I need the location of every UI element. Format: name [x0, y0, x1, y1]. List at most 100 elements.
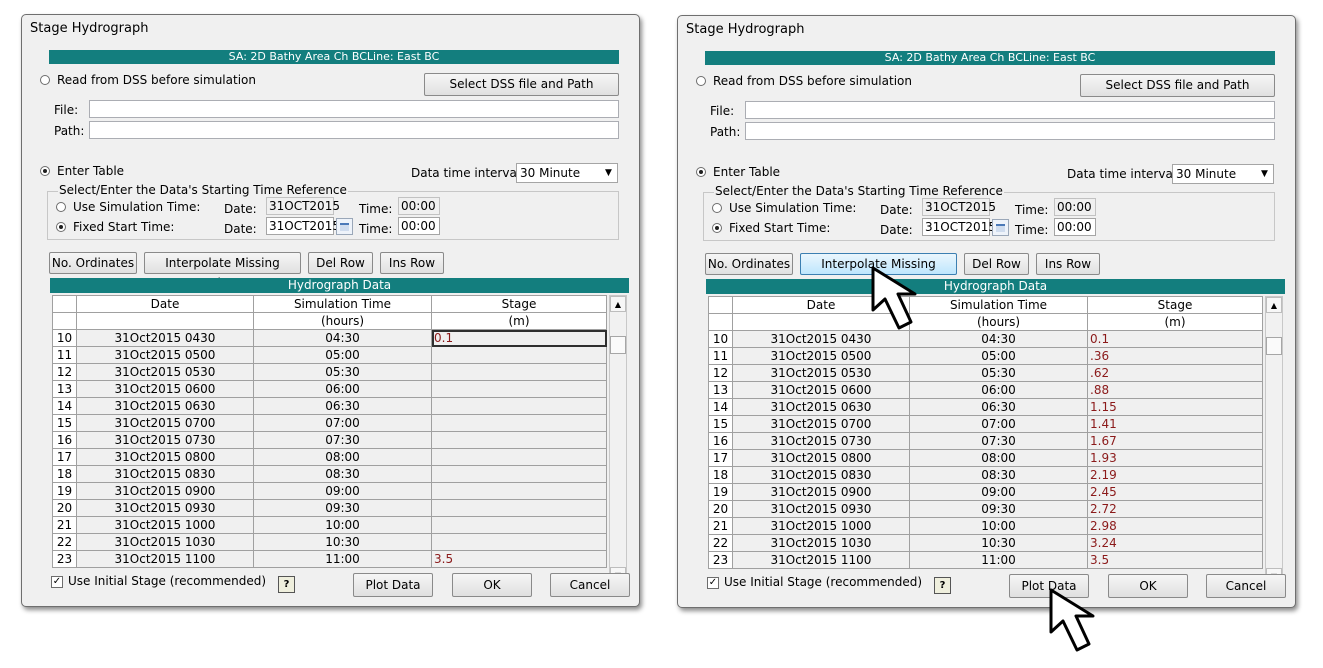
enter-table-radio[interactable]	[696, 167, 706, 177]
dropdown-arrow-icon[interactable]: ▼	[600, 164, 617, 182]
table-row[interactable]: 14 31Oct2015 0630 06:30 1.15	[708, 398, 1263, 416]
table-row[interactable]: 15 31Oct2015 0700 07:00	[52, 414, 607, 432]
no-ordinates-button[interactable]: No. Ordinates	[49, 252, 137, 274]
stage-cell[interactable]	[431, 363, 607, 381]
stage-cell[interactable]	[431, 431, 607, 449]
no-ordinates-button[interactable]: No. Ordinates	[705, 253, 793, 275]
stage-cell[interactable]: 2.72	[1087, 500, 1263, 518]
stage-cell[interactable]	[431, 499, 607, 517]
stage-cell[interactable]	[431, 482, 607, 500]
stage-cell[interactable]: 1.67	[1087, 432, 1263, 450]
table-row[interactable]: 15 31Oct2015 0700 07:00 1.41	[708, 415, 1263, 433]
table-row[interactable]: 12 31Oct2015 0530 05:30	[52, 363, 607, 381]
select-dss-button[interactable]: Select DSS file and Path	[424, 73, 619, 96]
use-sim-time-radio[interactable]	[712, 203, 722, 213]
fixed-time-field[interactable]: 00:00	[398, 217, 440, 235]
calendar-icon[interactable]	[336, 218, 353, 235]
fixed-time-field[interactable]: 00:00	[1054, 218, 1096, 236]
interval-select[interactable]: 30 Minute ▼	[516, 163, 618, 183]
interval-select[interactable]: 30 Minute ▼	[1172, 164, 1274, 184]
table-row[interactable]: 22 31Oct2015 1030 10:30	[52, 533, 607, 551]
table-row[interactable]: 18 31Oct2015 0830 08:30 2.19	[708, 466, 1263, 484]
help-icon[interactable]: ?	[278, 576, 295, 593]
table-row[interactable]: 10 31Oct2015 0430 04:30 0.1	[52, 329, 607, 347]
table-row[interactable]: 12 31Oct2015 0530 05:30.62	[708, 364, 1263, 382]
stage-cell[interactable]: 2.45	[1087, 483, 1263, 501]
fixed-start-radio[interactable]	[56, 222, 66, 232]
interpolate-button[interactable]: Interpolate Missing Values	[144, 252, 301, 290]
use-sim-time-radio[interactable]	[56, 202, 66, 212]
table-row[interactable]: 16 31Oct2015 0730 07:30	[52, 431, 607, 449]
checkbox-icon[interactable]: ✓	[51, 576, 63, 588]
table-row[interactable]: 23 31Oct2015 1100 11:00 3.5	[708, 551, 1263, 569]
stage-cell[interactable]	[431, 448, 607, 466]
table-row[interactable]: 16 31Oct2015 0730 07:30 1.67	[708, 432, 1263, 450]
table-scrollbar[interactable]: ▲ ▼	[1265, 296, 1283, 585]
table-row[interactable]: 18 31Oct2015 0830 08:30	[52, 465, 607, 483]
stage-cell[interactable]: 3.24	[1087, 534, 1263, 552]
path-input[interactable]	[745, 122, 1275, 140]
table-scrollbar[interactable]: ▲ ▼	[609, 295, 627, 584]
stage-cell[interactable]	[431, 346, 607, 364]
select-dss-button[interactable]: Select DSS file and Path	[1080, 74, 1275, 97]
table-row[interactable]: 19 31Oct2015 0900 09:00	[52, 482, 607, 500]
help-icon[interactable]: ?	[934, 577, 951, 594]
table-row[interactable]: 13 31Oct2015 0600 06:00.88	[708, 381, 1263, 399]
stage-cell[interactable]: 1.41	[1087, 415, 1263, 433]
stage-cell[interactable]: 1.15	[1087, 398, 1263, 416]
table-row[interactable]: 21 31Oct2015 1000 10:00 2.98	[708, 517, 1263, 535]
stage-cell[interactable]: .62	[1087, 364, 1263, 382]
checkbox-icon[interactable]: ✓	[707, 577, 719, 589]
table-row[interactable]: 19 31Oct2015 0900 09:00 2.45	[708, 483, 1263, 501]
stage-cell[interactable]	[431, 414, 607, 432]
table-row[interactable]: 20 31Oct2015 0930 09:30	[52, 499, 607, 517]
table-row[interactable]: 21 31Oct2015 1000 10:00	[52, 516, 607, 534]
table-row[interactable]: 23 31Oct2015 1100 11:00 3.5	[52, 550, 607, 568]
cancel-button[interactable]: Cancel	[1206, 574, 1286, 598]
file-input[interactable]	[745, 101, 1275, 119]
stage-cell[interactable]: 2.19	[1087, 466, 1263, 484]
plot-data-button[interactable]: Plot Data	[353, 573, 433, 597]
table-row[interactable]: 13 31Oct2015 0600 06:00	[52, 380, 607, 398]
stage-cell[interactable]: 3.5	[1087, 551, 1263, 569]
table-row[interactable]: 11 31Oct2015 0500 05:00.36	[708, 347, 1263, 365]
stage-cell[interactable]: .88	[1087, 381, 1263, 399]
file-input[interactable]	[89, 100, 619, 118]
ins-row-button[interactable]: Ins Row	[1036, 253, 1100, 275]
read-dss-radio[interactable]	[40, 75, 50, 85]
stage-cell[interactable]	[431, 516, 607, 534]
table-row[interactable]: 20 31Oct2015 0930 09:30 2.72	[708, 500, 1263, 518]
table-row[interactable]: 14 31Oct2015 0630 06:30	[52, 397, 607, 415]
stage-cell[interactable]: 1.93	[1087, 449, 1263, 467]
enter-table-radio[interactable]	[40, 166, 50, 176]
stage-cell[interactable]	[431, 397, 607, 415]
table-row[interactable]: 10 31Oct2015 0430 04:30 0.1	[708, 330, 1263, 348]
dropdown-arrow-icon[interactable]: ▼	[1256, 165, 1273, 183]
stage-cell[interactable]	[431, 533, 607, 551]
scroll-thumb[interactable]	[610, 336, 626, 354]
stage-cell[interactable]	[431, 465, 607, 483]
stage-cell[interactable]: 2.98	[1087, 517, 1263, 535]
fixed-date-field[interactable]: 31OCT2015	[266, 217, 340, 235]
table-row[interactable]: 22 31Oct2015 1030 10:30 3.24	[708, 534, 1263, 552]
stage-cell[interactable]: .36	[1087, 347, 1263, 365]
ok-button[interactable]: OK	[452, 573, 532, 597]
scroll-thumb[interactable]	[1266, 337, 1282, 355]
scroll-up-icon[interactable]: ▲	[1266, 297, 1282, 313]
ins-row-button[interactable]: Ins Row	[380, 252, 444, 274]
stage-cell[interactable]: 3.5	[431, 550, 607, 568]
stage-cell[interactable]	[431, 380, 607, 398]
del-row-button[interactable]: Del Row	[308, 252, 373, 274]
calendar-icon[interactable]	[992, 219, 1009, 236]
read-dss-radio[interactable]	[696, 76, 706, 86]
stage-cell[interactable]: 0.1	[431, 329, 607, 347]
table-row[interactable]: 17 31Oct2015 0800 08:00	[52, 448, 607, 466]
table-row[interactable]: 17 31Oct2015 0800 08:00 1.93	[708, 449, 1263, 467]
path-input[interactable]	[89, 121, 619, 139]
del-row-button[interactable]: Del Row	[964, 253, 1029, 275]
table-row[interactable]: 11 31Oct2015 0500 05:00	[52, 346, 607, 364]
scroll-up-icon[interactable]: ▲	[610, 296, 626, 312]
fixed-date-field[interactable]: 31OCT2015	[922, 218, 996, 236]
fixed-start-radio[interactable]	[712, 223, 722, 233]
cancel-button[interactable]: Cancel	[550, 573, 630, 597]
